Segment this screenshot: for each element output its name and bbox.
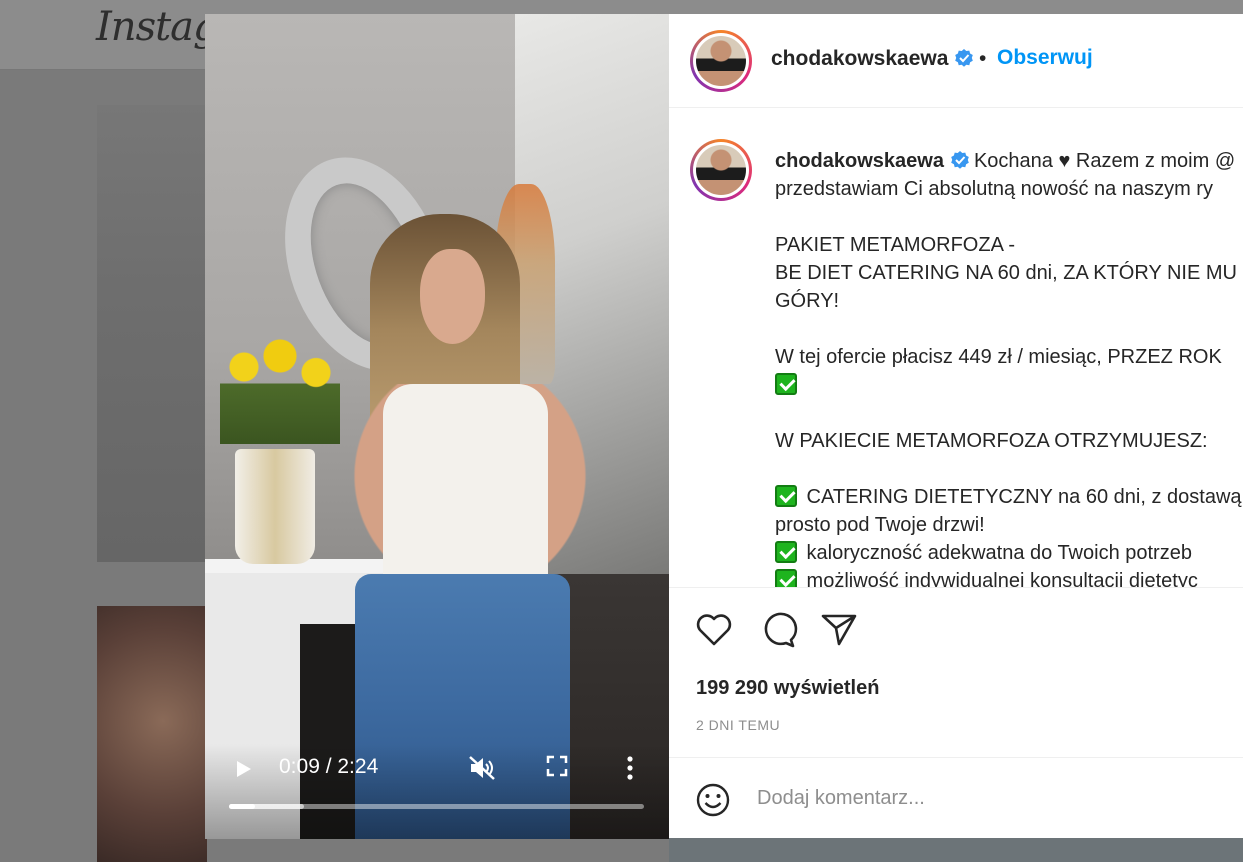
smiley-icon xyxy=(696,783,730,817)
play-button[interactable] xyxy=(233,759,253,779)
video-frame-vase xyxy=(235,449,315,564)
fullscreen-button[interactable] xyxy=(546,755,568,777)
caption-text: chodakowskaewa Kochana ♥ Razem z moim @ p… xyxy=(775,147,1243,587)
video-time: 0:09 / 2:24 xyxy=(279,755,379,778)
post-header: chodakowskaewa • Obserwuj xyxy=(669,14,1243,108)
checkmark-icon xyxy=(775,569,797,587)
video-player[interactable]: 0:09 / 2:24 xyxy=(205,14,669,839)
checkmark-icon xyxy=(775,373,797,395)
profile-photo xyxy=(696,145,746,195)
background-grid-tile xyxy=(97,105,207,562)
caption-line: możliwość indywidualnej konsultacji diet… xyxy=(775,569,1198,587)
caption-line: CATERING DIETETYCZNY na 60 dni, z dostaw… xyxy=(775,485,1242,508)
verified-badge-icon xyxy=(951,151,969,169)
views-count: 199 290 wyświetleń xyxy=(696,677,880,699)
username-text: chodakowskaewa xyxy=(771,47,949,70)
caption-line: BE DIET CATERING NA 60 dni, ZA KTÓRY NIE… xyxy=(775,262,1237,284)
caption-username[interactable]: chodakowskaewa xyxy=(775,150,944,172)
heart-icon xyxy=(696,614,732,646)
post-date: 2 DNI TEMU xyxy=(696,717,781,733)
video-progress-fill xyxy=(229,804,255,809)
emoji-button[interactable] xyxy=(695,782,731,818)
video-progress-bar[interactable] xyxy=(229,804,644,809)
caption-line: Kochana ♥ Razem z moim @ xyxy=(973,150,1236,172)
avatar[interactable] xyxy=(690,30,752,92)
more-options-button[interactable] xyxy=(623,754,637,782)
caption-line: W tej ofercie płacisz 449 zł / miesiąc, … xyxy=(775,346,1222,368)
profile-photo xyxy=(696,36,746,86)
checkmark-icon xyxy=(775,485,797,507)
video-controls-overlay xyxy=(205,744,669,839)
video-frame-flowers xyxy=(220,334,340,444)
fullscreen-icon xyxy=(546,755,568,777)
caption-line: prosto pod Twoje drzwi! xyxy=(775,514,985,536)
comment-button[interactable] xyxy=(758,610,798,650)
separator-dot: • xyxy=(979,47,987,70)
mute-button[interactable] xyxy=(467,754,497,782)
muted-speaker-icon xyxy=(469,756,495,780)
background-grid-tile xyxy=(669,838,1243,862)
share-button[interactable] xyxy=(819,610,859,650)
checkmark-icon xyxy=(775,541,797,563)
caption-line xyxy=(775,373,801,396)
video-frame-person-top xyxy=(383,384,548,584)
background-grid-tile xyxy=(97,606,207,862)
comment-bar xyxy=(669,757,1243,838)
caption-line: PAKIET METAMORFOZA - xyxy=(775,234,1016,256)
caption-line: W PAKIECIE METAMORFOZA OTRZYMUJESZ: xyxy=(775,430,1208,452)
caption-area: chodakowskaewa Kochana ♥ Razem z moim @ p… xyxy=(669,109,1243,587)
avatar[interactable] xyxy=(690,139,752,201)
follow-button[interactable]: Obserwuj xyxy=(997,46,1093,70)
post-actions xyxy=(669,587,1243,687)
comment-icon xyxy=(764,612,798,648)
caption-body: Kochana ♥ Razem z moim @ przedstawiam Ci… xyxy=(775,150,1242,587)
more-vertical-icon xyxy=(627,756,633,780)
caption-line: kaloryczność adekwatna do Twoich potrzeb xyxy=(775,541,1192,564)
like-button[interactable] xyxy=(694,610,734,650)
video-frame-person-face xyxy=(420,249,485,344)
verified-badge-icon xyxy=(955,49,974,67)
send-icon xyxy=(821,614,857,646)
caption-line: przedstawiam Ci absolutną nowość na nasz… xyxy=(775,178,1213,200)
comment-input[interactable] xyxy=(757,778,1227,818)
post-details-panel: chodakowskaewa • Obserwuj chodakowskaewa… xyxy=(669,14,1243,838)
header-username[interactable]: chodakowskaewa xyxy=(771,47,974,71)
play-icon xyxy=(237,761,251,777)
caption-line: GÓRY! xyxy=(775,290,840,312)
